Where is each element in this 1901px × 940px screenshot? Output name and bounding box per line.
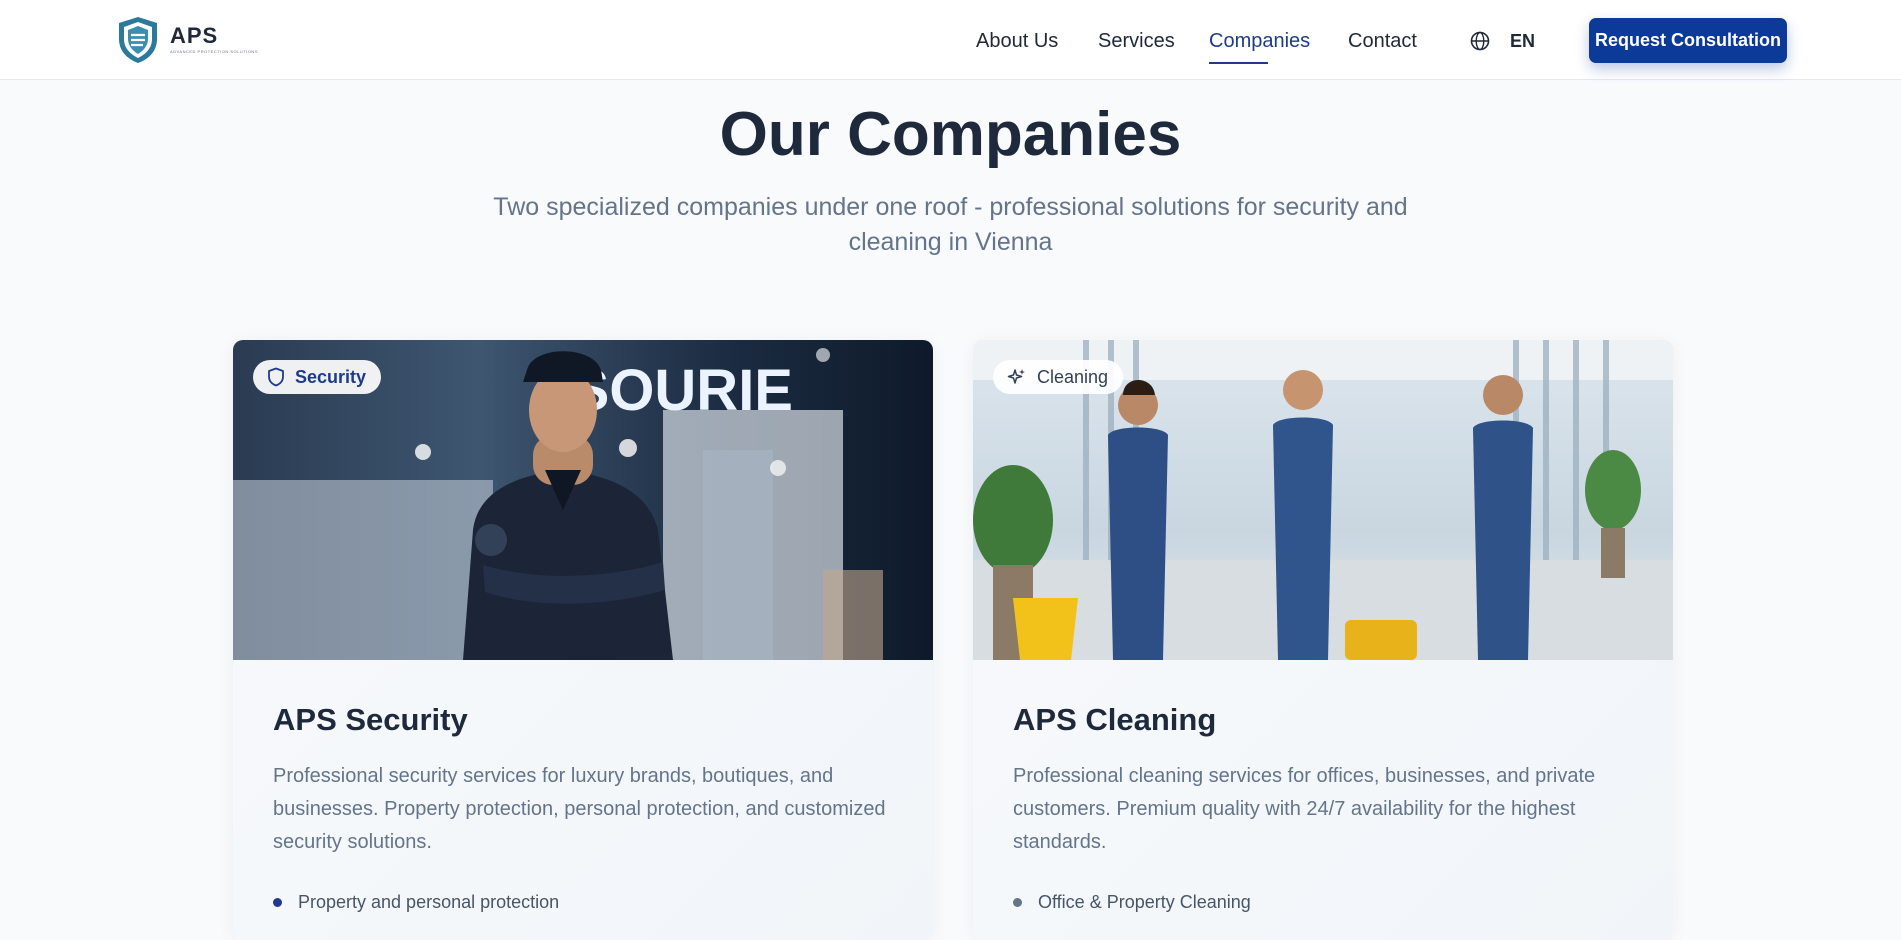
card-title: APS Security xyxy=(273,702,468,737)
shield-icon xyxy=(267,367,285,387)
security-guard-photo: SOURIE Security xyxy=(233,340,933,660)
language-label: EN xyxy=(1510,31,1536,51)
globe-icon xyxy=(1470,31,1490,51)
aps-logo[interactable]: APS ADVANCED PROTECTION SOLUTIONS xyxy=(116,14,258,66)
cleaning-badge-label: Cleaning xyxy=(1037,366,1109,387)
company-card-cleaning[interactable]: Cleaning APS Cleaning Professional clean… xyxy=(973,340,1673,940)
card-description: Professional security services for luxur… xyxy=(273,765,886,853)
logo-subtitle: ADVANCED PROTECTION SOLUTIONS xyxy=(170,49,258,54)
feature-text: Property and personal protection xyxy=(298,892,560,912)
cleaning-badge: Cleaning xyxy=(993,360,1124,394)
bullet-dot-icon xyxy=(1013,897,1022,907)
nav-about-us[interactable]: About Us xyxy=(976,27,1058,55)
feature-item: Property and personal protection xyxy=(273,888,559,916)
bullet-dot-icon xyxy=(273,897,282,907)
nav-services[interactable]: Services xyxy=(1098,27,1175,55)
store-sign-text: SOURIE xyxy=(571,358,793,423)
feature-list: Property and personal protection xyxy=(273,888,559,916)
feature-item: Office & Property Cleaning xyxy=(1013,888,1251,916)
shield-logo-icon xyxy=(119,17,157,63)
card-title: APS Cleaning xyxy=(1013,702,1217,737)
logo-title: APS xyxy=(170,23,219,48)
feature-text: Office & Property Cleaning xyxy=(1038,892,1251,912)
site-header: APS ADVANCED PROTECTION SOLUTIONS About … xyxy=(0,0,1901,80)
security-badge-label: Security xyxy=(295,366,367,387)
card-description: Professional cleaning services for offic… xyxy=(1013,765,1596,853)
section-title: Our Companies xyxy=(719,100,1182,169)
company-card-security[interactable]: SOURIE Security APS Security Professiona… xyxy=(233,340,933,940)
nav-companies[interactable]: Companies xyxy=(1209,27,1310,55)
section-subtitle: Two specialized companies under one roof… xyxy=(493,193,1408,256)
request-consultation-button[interactable]: Request Consultation xyxy=(1589,18,1787,63)
nav-active-indicator xyxy=(1209,62,1268,64)
language-switcher[interactable]: EN xyxy=(1470,27,1535,55)
feature-list: Office & Property Cleaning xyxy=(1013,888,1251,916)
nav-contact[interactable]: Contact xyxy=(1348,27,1417,55)
sparkles-icon xyxy=(1007,367,1027,387)
security-badge: Security xyxy=(253,360,382,394)
cleaning-team-photo: Cleaning xyxy=(973,340,1673,660)
